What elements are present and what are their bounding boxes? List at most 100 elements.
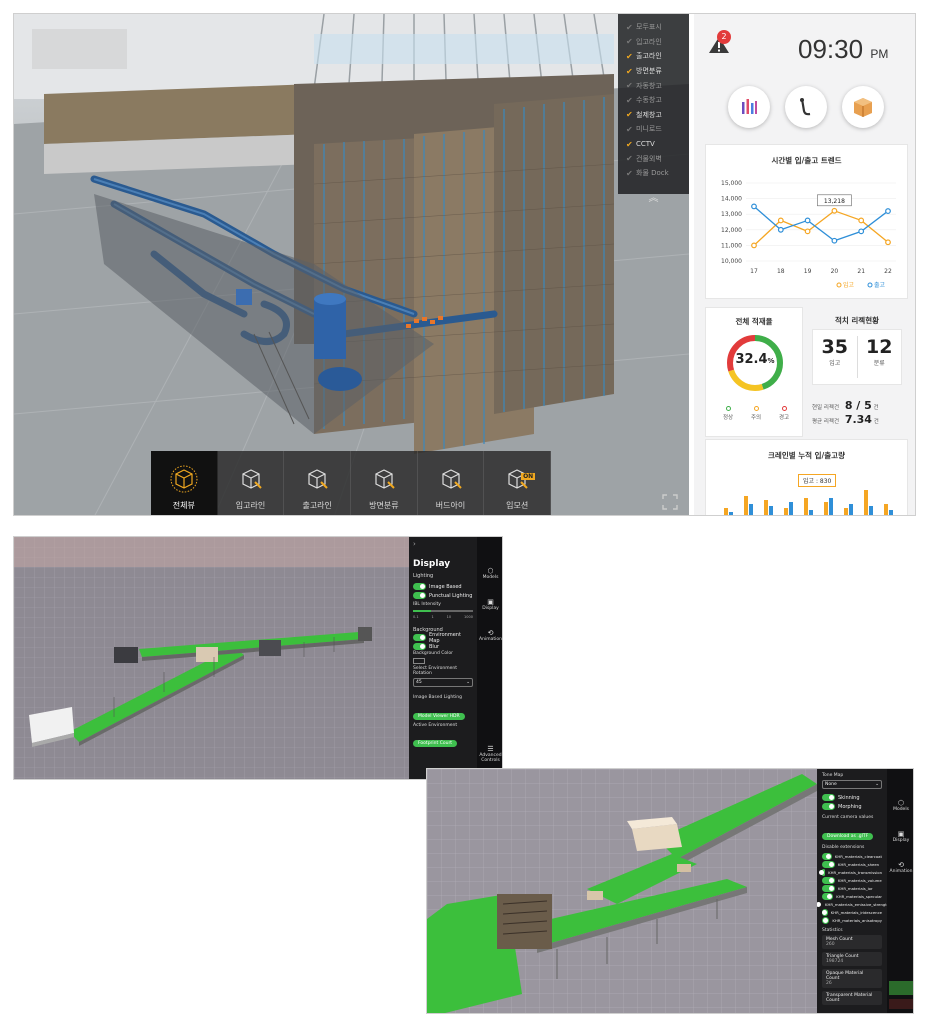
layer-menu-item[interactable]: ✔ 철제창고 — [618, 108, 689, 123]
advanced-controls-button[interactable]: ☰ Advanced Controls — [477, 745, 502, 763]
collapse-menu-icon[interactable]: ︽ — [618, 189, 689, 204]
environment-button[interactable]: Footprint Court — [413, 740, 458, 747]
conveyor-3d-view-2[interactable] — [427, 769, 817, 1014]
hdr-button[interactable]: Model Viewer HDR — [413, 713, 465, 720]
data-point[interactable] — [804, 217, 811, 224]
extension-toggle[interactable]: KHR_materials_ior — [822, 884, 882, 892]
extension-toggle[interactable]: KHR_materials_sheen — [822, 860, 882, 868]
layer-menu-item[interactable]: ✔ 방면분류 — [618, 64, 689, 79]
toolbar-cube-inbound-button[interactable]: 입고라인 — [218, 451, 285, 515]
data-point[interactable] — [777, 226, 784, 233]
statistics-label: Statistics — [822, 928, 843, 933]
layer-menu-item[interactable]: ✔ 화물 Dock — [618, 166, 689, 181]
chart-mode-button[interactable] — [728, 86, 770, 128]
data-point[interactable] — [804, 228, 811, 235]
layer-menu-item[interactable]: ✔ 자동창고 — [618, 78, 689, 93]
nav-display-button[interactable]: ▣ Display — [477, 598, 502, 611]
tone-map-select[interactable]: None ⌄ — [822, 780, 882, 789]
statistic-label: Opaque Material Count — [826, 971, 864, 981]
viewer-nav-1: ⬡ Models ▣ Display ⟲ Animation ☰ Advanced Con… — [477, 537, 502, 779]
y-tick-label: 13,000 — [721, 211, 742, 218]
layer-menu-item[interactable]: ✔ 미니로드 — [618, 122, 689, 137]
nav-label: Models — [482, 575, 499, 580]
nav-models-button[interactable]: ⬡ Models — [477, 567, 502, 580]
data-point[interactable] — [751, 203, 757, 210]
layer-menu-item[interactable]: ✔ 입고라인 — [618, 35, 689, 50]
minimap-thumbnail[interactable] — [889, 981, 913, 995]
y-tick-label: 11,000 — [721, 242, 742, 249]
nav-display-button[interactable]: ▣ Display — [887, 830, 913, 843]
extension-label: KHR_materials_ior — [838, 885, 873, 891]
bg-color-swatch[interactable] — [413, 658, 425, 664]
blur-label: Blur — [429, 643, 440, 650]
layer-menu-item[interactable]: ✔ 수동창고 — [618, 93, 689, 108]
crane-mode-button[interactable] — [785, 86, 827, 128]
crane-chart-title: 크레인별 누적 입/출고량 — [768, 451, 845, 460]
data-point[interactable] — [858, 217, 865, 224]
layer-menu-item[interactable]: ✔ 건물외벽 — [618, 151, 689, 166]
viewer-nav-2: ⬡ Models ▣ Display ⟲ Animation — [887, 769, 913, 1013]
data-point[interactable] — [751, 242, 757, 249]
conveyor-3d-view-1[interactable] — [14, 537, 409, 780]
x-tick-label: 22 — [884, 268, 892, 275]
data-point[interactable] — [885, 239, 891, 246]
checkmark-icon: ✔ — [626, 66, 633, 76]
extension-toggle[interactable]: KHR_materials_iridescence — [821, 908, 882, 916]
data-point[interactable] — [777, 217, 784, 224]
extension-toggle[interactable]: KHR_materials_clearcoat — [822, 852, 882, 860]
statistic-value: 260 — [826, 942, 835, 947]
nav-animation-button[interactable]: ⟲ Animation — [477, 629, 502, 642]
load-legend-label: 경고 — [778, 415, 790, 421]
statistic-item: Opaque Material Count 26 — [822, 969, 882, 988]
nav-models-button[interactable]: ⬡ Models — [887, 799, 913, 812]
layer-menu-item[interactable]: ✔ 출고라인 — [618, 49, 689, 64]
extension-toggle[interactable]: KHR_materials_emissive_strength — [817, 900, 887, 908]
environment-map-toggle[interactable]: Environment Map — [413, 632, 473, 644]
punctual-lighting-toggle[interactable]: Punctual Lighting — [413, 591, 473, 600]
env-rotation-value: 45 — [416, 680, 422, 685]
extension-toggle[interactable]: KHR_materials_volume — [822, 876, 882, 884]
ibl-intensity-slider[interactable] — [413, 610, 473, 612]
fullscreen-icon[interactable] — [661, 494, 679, 512]
data-point[interactable] — [885, 208, 891, 214]
alarm-button[interactable]: 2 — [708, 30, 731, 54]
toolbar-hand-motion-button[interactable]: ON 입모션 — [484, 451, 552, 515]
toolbar-label: 방면분류 — [369, 501, 399, 510]
morphing-toggle[interactable]: Morphing — [822, 802, 882, 811]
extension-toggle[interactable]: KHR_materials_transmission — [819, 868, 882, 876]
layer-menu-item[interactable]: ✔ CCTV — [618, 137, 689, 152]
toolbar-label: 출고라인 — [302, 501, 332, 510]
env-rotation-label: Select Environment Rotation — [413, 666, 458, 676]
skinning-toggle[interactable]: Skinning — [822, 793, 882, 802]
x-tick-label: 19 — [804, 268, 812, 275]
download-gltf-button[interactable]: Download as .glTF — [822, 833, 874, 840]
y-tick-label: 15,000 — [721, 180, 742, 187]
toolbar-cube-sort-button[interactable]: 방면분류 — [351, 451, 418, 515]
panel-collapse-icon[interactable]: › — [409, 537, 477, 551]
box-mode-button[interactable] — [842, 86, 884, 128]
warehouse-3d-view[interactable] — [14, 14, 689, 515]
data-point[interactable] — [858, 228, 865, 235]
reject-avg-unit: 건 — [873, 419, 879, 425]
nav-animation-button[interactable]: ⟲ Animation — [887, 861, 913, 874]
statistic-item: Triangle Count 198724 — [822, 952, 882, 966]
layer-menu-item[interactable]: ✔ 모두표시 — [618, 20, 689, 35]
bar-chart-icon — [742, 99, 757, 114]
data-point[interactable] — [831, 207, 838, 214]
reject-sort-value: 12 — [866, 336, 893, 358]
toolbar-cube-outbound-button[interactable]: 출고라인 — [284, 451, 352, 515]
toolbar-globe-cube-button[interactable]: 전체뷰 — [151, 451, 218, 515]
animation-icon: ⟲ — [487, 629, 494, 637]
data-point[interactable] — [831, 237, 838, 244]
layer-menu-label: CCTV — [636, 140, 655, 149]
env-rotation-select[interactable]: 45 ⌄ — [413, 678, 473, 687]
extension-toggle[interactable]: KHR_materials_specular — [822, 892, 882, 900]
toolbar-birdeye-button[interactable]: 버드아이 — [418, 451, 485, 515]
advanced-controls-label: Advanced Controls — [479, 753, 502, 763]
punctual-label: Punctual Lighting — [429, 592, 473, 599]
image-based-toggle[interactable]: Image Based — [413, 582, 473, 591]
extension-toggle[interactable]: KHR_materials_anisotropy — [822, 916, 882, 924]
reject-in-label: 입고 — [829, 360, 841, 367]
record-button[interactable] — [889, 999, 913, 1009]
nav-label: Models — [893, 807, 909, 812]
